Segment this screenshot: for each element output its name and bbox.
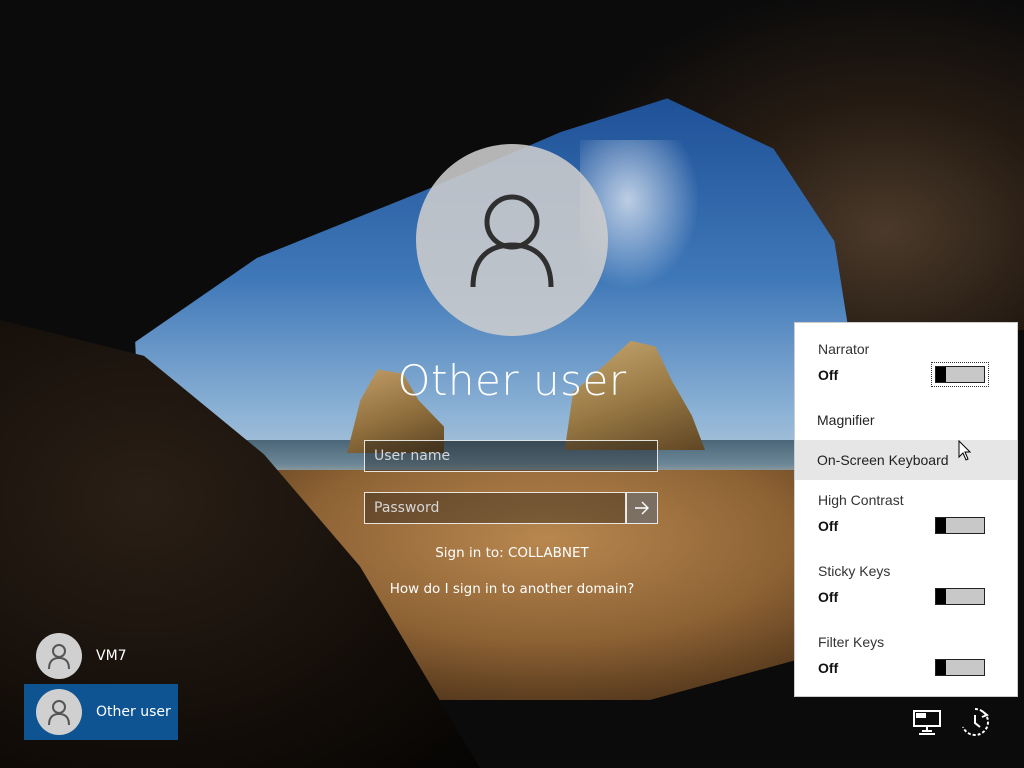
user-title: Other user xyxy=(397,356,627,405)
submit-button[interactable] xyxy=(626,492,658,524)
osk-label: On-Screen Keyboard xyxy=(817,452,949,468)
signin-domain-text: Sign in to: COLLABNET xyxy=(435,545,589,561)
username-input[interactable] xyxy=(365,441,657,471)
magnifier-label: Magnifier xyxy=(817,412,875,428)
username-field-wrap xyxy=(364,440,658,472)
user-name: Other user xyxy=(96,704,171,720)
mouse-cursor-icon xyxy=(958,440,972,461)
network-icon xyxy=(913,710,941,735)
filter-keys-state: Off xyxy=(818,660,839,676)
sticky-keys-item: Sticky Keys Off xyxy=(795,554,1017,624)
narrator-label: Narrator xyxy=(818,341,870,357)
user-icon xyxy=(470,194,554,288)
high-contrast-state: Off xyxy=(818,518,839,534)
avatar xyxy=(36,689,82,735)
filter-keys-toggle[interactable] xyxy=(935,659,985,676)
high-contrast-toggle[interactable] xyxy=(935,517,985,534)
user-entry-other-user[interactable]: Other user xyxy=(24,684,178,740)
user-entry-vm7[interactable]: VM7 xyxy=(24,628,178,684)
arrow-right-icon xyxy=(635,501,649,515)
narrator-toggle[interactable] xyxy=(931,362,989,387)
toggle-knob xyxy=(936,518,946,533)
filter-keys-label: Filter Keys xyxy=(818,634,885,650)
network-button[interactable] xyxy=(910,705,944,739)
user-icon xyxy=(48,700,70,726)
sticky-keys-toggle[interactable] xyxy=(935,588,985,605)
toggle-knob xyxy=(936,589,946,604)
user-name: VM7 xyxy=(96,648,127,664)
user-avatar xyxy=(416,144,608,336)
password-field-wrap xyxy=(364,492,626,524)
high-contrast-item: High Contrast Off xyxy=(795,483,1017,553)
password-input[interactable] xyxy=(365,493,625,523)
ease-of-access-icon xyxy=(962,708,989,736)
magnifier-item[interactable]: Magnifier xyxy=(795,400,1017,440)
domain-help-link[interactable]: How do I sign in to another domain? xyxy=(312,581,712,597)
on-screen-keyboard-item[interactable]: On-Screen Keyboard xyxy=(795,440,1017,480)
ease-of-access-menu: Narrator Off Magnifier On-Screen Keyboar… xyxy=(794,322,1018,697)
toggle-knob xyxy=(936,367,946,382)
avatar xyxy=(36,633,82,679)
filter-keys-item: Filter Keys Off xyxy=(795,625,1017,695)
narrator-state: Off xyxy=(818,367,839,383)
sticky-keys-label: Sticky Keys xyxy=(818,563,891,579)
toggle-knob xyxy=(936,660,946,675)
sticky-keys-state: Off xyxy=(818,589,839,605)
user-icon xyxy=(48,644,70,670)
user-switcher: VM7 Other user xyxy=(24,628,178,740)
high-contrast-label: High Contrast xyxy=(818,492,904,508)
ease-of-access-button[interactable] xyxy=(958,705,992,739)
